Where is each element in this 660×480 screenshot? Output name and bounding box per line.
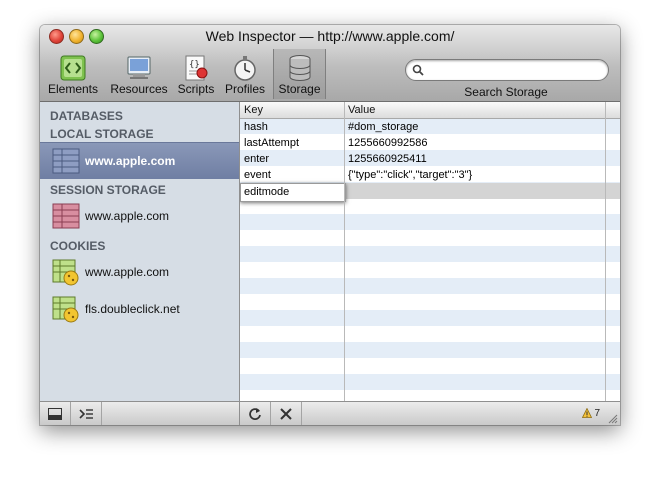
toolbar-scripts-label: Scripts: [177, 82, 215, 96]
sidebar-item-cookie-www-apple-com[interactable]: www.apple.com: [40, 254, 239, 290]
storage-data-grid: Key Value hash #dom_storage lastAttempt …: [240, 102, 620, 401]
warning-icon: [582, 407, 593, 418]
toolbar-resources-button[interactable]: Resources: [106, 49, 172, 99]
refresh-button[interactable]: [240, 402, 271, 425]
section-cookies[interactable]: COOKIES: [50, 239, 105, 253]
key-edit-input[interactable]: [244, 185, 340, 199]
dock-button[interactable]: [40, 402, 71, 425]
cookie-icon: [52, 259, 79, 286]
toolbar-storage-button[interactable]: Storage: [273, 49, 326, 99]
sidebar-item-label: www.apple.com: [85, 209, 170, 223]
elements-icon: [60, 55, 86, 81]
toolbar-profiles-button[interactable]: Profiles: [223, 49, 267, 99]
column-header-key[interactable]: Key: [244, 104, 263, 116]
resize-grip-icon[interactable]: [607, 413, 618, 424]
sidebar-item-local-www-apple-com[interactable]: www.apple.com: [40, 142, 239, 179]
toolbar-resources-label: Resources: [110, 82, 168, 96]
section-databases[interactable]: DATABASES: [50, 109, 123, 123]
section-local-storage[interactable]: LOCAL STORAGE: [50, 127, 154, 141]
row-key: hash: [244, 121, 268, 133]
delete-button[interactable]: [271, 402, 302, 425]
toolbar: Web Inspector — http://www.apple.com/ El…: [40, 25, 620, 102]
table-row[interactable]: hash #dom_storage: [240, 119, 620, 135]
row-value: {"type":"click","target":"3"}: [348, 169, 473, 181]
search-icon: [412, 64, 424, 76]
session-storage-icon: [52, 203, 80, 229]
status-bar: 7: [40, 401, 620, 425]
table-row[interactable]: event {"type":"click","target":"3"}: [240, 167, 620, 183]
scripts-icon: {}: [185, 55, 208, 81]
key-edit-box[interactable]: [240, 183, 346, 202]
row-value: 1255660992586: [348, 137, 428, 149]
table-row[interactable]: enter 1255660925411: [240, 151, 620, 167]
refresh-icon: [249, 408, 261, 420]
cookie-icon: [52, 296, 79, 323]
section-session-storage[interactable]: SESSION STORAGE: [50, 183, 166, 197]
row-key: enter: [244, 153, 270, 165]
svg-text:{}: {}: [189, 60, 200, 70]
toolbar-profiles-label: Profiles: [224, 82, 265, 96]
delete-icon: [280, 408, 292, 420]
window-title: Web Inspector — http://www.apple.com/: [205, 28, 455, 44]
console-icon: [79, 409, 93, 419]
sidebar-item-label: www.apple.com: [85, 265, 170, 279]
table-row-editing[interactable]: [240, 183, 620, 202]
sidebar-item-label: fls.doubleclick.net: [85, 302, 180, 316]
row-value: #dom_storage: [348, 121, 419, 133]
profiles-icon: [234, 56, 256, 81]
toolbar-elements-button[interactable]: Elements: [44, 49, 102, 99]
column-header-value[interactable]: Value: [348, 104, 375, 116]
console-button[interactable]: [71, 402, 102, 425]
search-input[interactable]: [428, 62, 602, 78]
row-key: event: [244, 169, 271, 181]
local-storage-icon: [52, 148, 80, 174]
warning-indicator[interactable]: 7: [582, 407, 600, 419]
grid-header: Key Value: [240, 102, 620, 119]
toolbar-elements-label: Elements: [47, 82, 99, 96]
status-spacer: [102, 402, 240, 425]
row-value: 1255660925411: [348, 153, 427, 165]
warning-count: 7: [594, 408, 600, 419]
toolbar-storage-label: Storage: [278, 82, 321, 96]
sidebar: DATABASES LOCAL STORAGE www.apple.com SE…: [40, 102, 240, 401]
column-divider: [605, 102, 606, 401]
search-field[interactable]: [405, 59, 609, 81]
row-key: lastAttempt: [244, 137, 300, 149]
column-divider[interactable]: [344, 102, 345, 401]
table-row[interactable]: lastAttempt 1255660992586: [240, 135, 620, 151]
toolbar-scripts-button[interactable]: {} Scripts: [176, 49, 216, 99]
dock-icon: [48, 408, 62, 420]
web-inspector-window: Web Inspector — http://www.apple.com/ El…: [40, 25, 620, 425]
search-caption: Search Storage: [464, 85, 548, 99]
sidebar-item-label: www.apple.com: [85, 154, 176, 168]
storage-icon: [289, 55, 310, 81]
resources-icon: [127, 56, 151, 79]
sidebar-item-cookie-fls-doubleclick-net[interactable]: fls.doubleclick.net: [40, 291, 239, 327]
sidebar-item-session-www-apple-com[interactable]: www.apple.com: [40, 198, 239, 234]
